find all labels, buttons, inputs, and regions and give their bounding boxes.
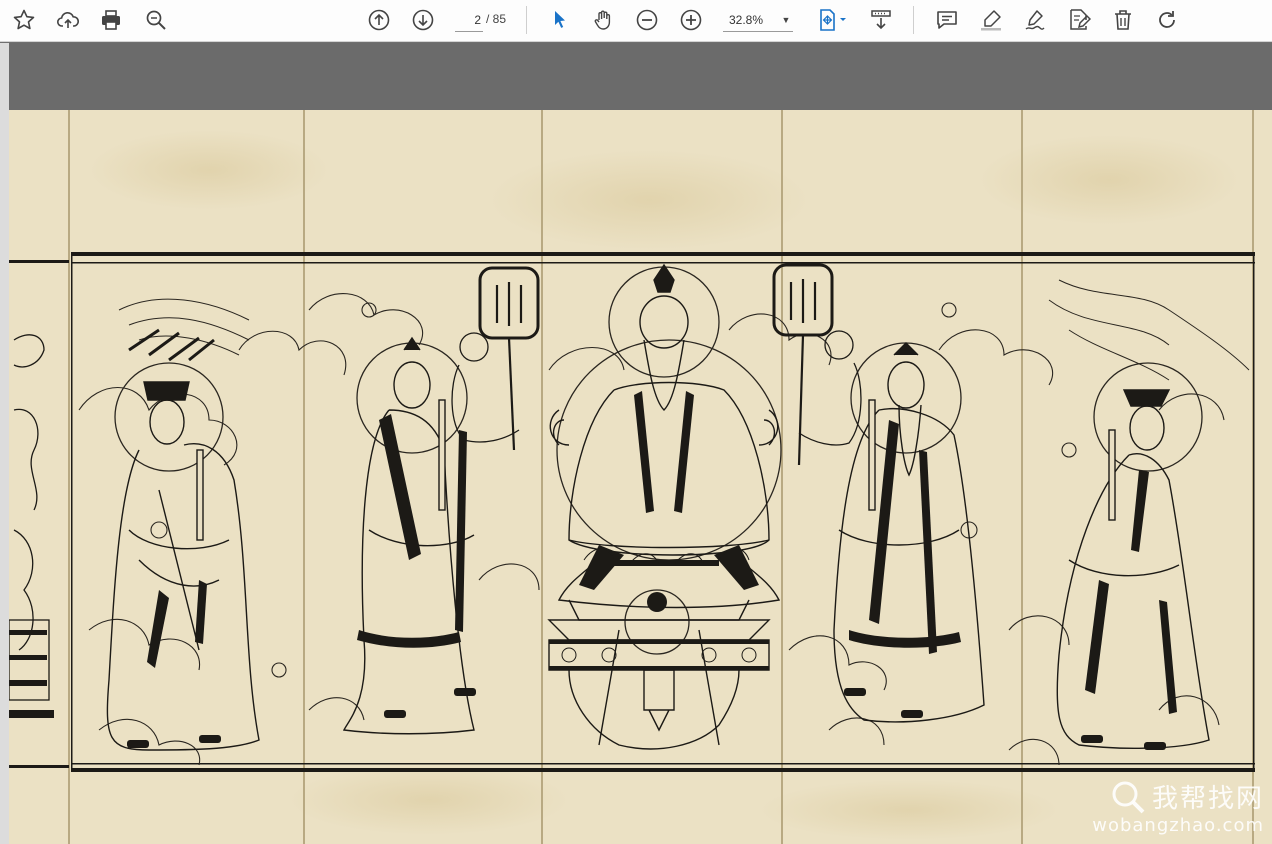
toolbar-divider	[913, 6, 914, 34]
highlighter-icon[interactable]	[976, 5, 1006, 35]
left-pane-edge	[0, 43, 9, 844]
arrow-up-circle-icon[interactable]	[364, 5, 394, 35]
watermark: 我帮找网 wobangzhao.com	[1092, 778, 1264, 836]
watermark-cn-text: 我帮找网	[1151, 784, 1264, 814]
page-total-label: / 85	[486, 12, 507, 26]
fit-page-icon[interactable]	[812, 5, 852, 35]
zoom-value: 32.8%	[729, 12, 764, 27]
printer-icon[interactable]	[96, 5, 126, 35]
minus-circle-icon[interactable]	[632, 5, 662, 35]
magnifier-logo-icon	[1110, 779, 1146, 815]
plus-circle-icon[interactable]	[676, 5, 706, 35]
watermark-en-text: wobangzhao.com	[1092, 815, 1264, 836]
edit-doc-icon[interactable]	[1064, 5, 1094, 35]
comment-icon[interactable]	[932, 5, 962, 35]
pdf-toolbar: / 85 32.8% ▼	[0, 0, 1272, 42]
chevron-down-icon: ▼	[781, 14, 791, 25]
zoom-select[interactable]: 32.8% ▼	[723, 8, 793, 32]
document-page: 我帮找网 wobangzhao.com	[9, 110, 1272, 844]
page-number-input[interactable]	[455, 8, 483, 32]
cloud-upload-icon[interactable]	[53, 5, 83, 35]
woodblock-illustration	[9, 110, 1272, 844]
star-icon[interactable]	[9, 5, 39, 35]
toolbar-divider	[526, 6, 527, 34]
magnifier-icon[interactable]	[141, 5, 171, 35]
read-mode-icon[interactable]	[866, 5, 896, 35]
sign-icon[interactable]	[1020, 5, 1050, 35]
rotate-icon[interactable]	[1152, 5, 1182, 35]
cursor-icon[interactable]	[545, 5, 575, 35]
trash-icon[interactable]	[1108, 5, 1138, 35]
hand-icon[interactable]	[588, 5, 618, 35]
arrow-down-circle-icon[interactable]	[408, 5, 438, 35]
